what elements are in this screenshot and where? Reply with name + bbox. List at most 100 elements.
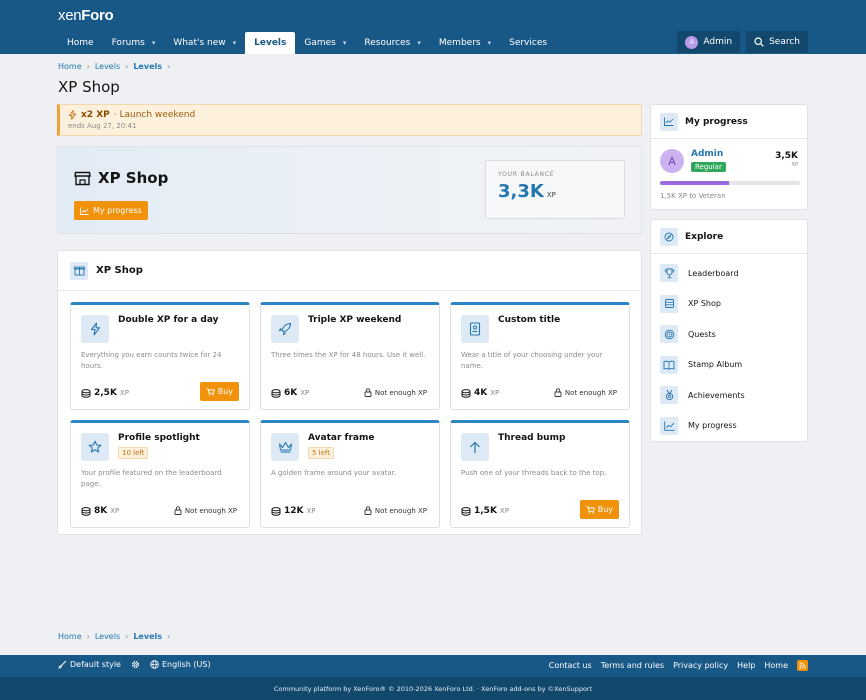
coins-icon [271, 506, 281, 516]
bolt-icon [81, 315, 109, 343]
notice-ends: ends Aug 27, 20:41 [68, 122, 137, 130]
footer-link-contact-us[interactable]: Contact us [549, 661, 592, 670]
star-icon [81, 433, 109, 461]
globe-icon [150, 660, 159, 669]
breadcrumb-home[interactable]: Home [58, 62, 82, 71]
item-name: Double XP for a day [118, 315, 219, 325]
explore-item-label: My progress [688, 421, 737, 431]
breadcrumb-current[interactable]: Levels [133, 62, 162, 71]
explore-item-xp-shop[interactable]: XP Shop [651, 289, 807, 320]
role-badge: Regular [691, 162, 726, 172]
progress-card: My progress A Admin Regular 3,5K XP 1,5K… [650, 104, 808, 210]
arrow-up-icon [461, 433, 489, 461]
buy-label: Buy [597, 505, 613, 514]
price-unit: XP [490, 389, 500, 397]
explore-item-stamp-album[interactable]: Stamp Album [651, 350, 807, 381]
coins-icon [81, 506, 91, 516]
nav-tab-label: Levels [254, 38, 287, 48]
avatar[interactable]: A [660, 149, 684, 173]
lock-icon [364, 388, 372, 397]
site-footer: Default style English (US) Contact us Ter… [0, 655, 866, 700]
footer-link-terms-and-rules[interactable]: Terms and rules [601, 661, 664, 670]
chart-icon [660, 416, 678, 435]
rocket-icon [271, 315, 299, 343]
coins-icon [81, 388, 91, 398]
rss-icon[interactable] [797, 660, 808, 671]
price-value: 4K [474, 388, 488, 398]
nav-tab-games[interactable]: Games ▾ [295, 32, 355, 54]
progress-username[interactable]: Admin [691, 149, 723, 159]
balance-unit: XP [546, 191, 556, 199]
nav-tab-home[interactable]: Home [58, 32, 103, 54]
lock-icon [554, 388, 562, 397]
lock-icon [174, 506, 182, 515]
footer-link-help[interactable]: Help [737, 661, 755, 670]
buy-label: Buy [217, 387, 233, 396]
avatar: A [685, 35, 699, 49]
breadcrumb: Home › Levels › Levels › [58, 62, 171, 71]
user-menu-button[interactable]: A Admin [677, 31, 741, 53]
hero-title: XP Shop [98, 169, 169, 187]
not-enough-xp: Not enough XP [364, 506, 427, 515]
explore-item-quests[interactable]: Quests [651, 319, 807, 350]
breadcrumb-levels[interactable]: Levels [95, 632, 120, 641]
price-value: 12K [284, 506, 304, 516]
progress-xp: 3,5K [775, 151, 798, 161]
buy-button[interactable]: Buy [199, 382, 239, 401]
nav-tab-label: Forums [111, 38, 145, 48]
chevron-down-icon[interactable]: ▾ [417, 32, 421, 54]
language-chooser[interactable]: English (US) [150, 660, 211, 669]
price-value: 6K [284, 388, 298, 398]
breadcrumb-current[interactable]: Levels [133, 632, 162, 641]
not-enough-label: Not enough XP [374, 506, 427, 515]
item-price: 4K XP [461, 388, 499, 398]
not-enough-label: Not enough XP [564, 388, 617, 397]
gear-icon[interactable] [131, 660, 140, 669]
my-progress-button[interactable]: My progress [74, 201, 148, 220]
price-unit: XP [119, 389, 129, 397]
site-logo[interactable]: xenForo [58, 7, 114, 24]
explore-item-my-progress[interactable]: My progress [651, 411, 807, 442]
price-unit: XP [300, 389, 310, 397]
stock-badge: 5 left [308, 447, 335, 459]
shop-item-card: Custom title Wear a title of your choosin… [450, 302, 630, 410]
shop-icon [660, 294, 678, 313]
chevron-down-icon[interactable]: ▾ [152, 32, 156, 54]
coins-icon [271, 388, 281, 398]
nav-tab-label: Resources [364, 38, 411, 48]
shop-icon [74, 171, 91, 186]
price-unit: XP [499, 507, 509, 515]
price-unit: XP [306, 507, 316, 515]
chevron-down-icon[interactable]: ▾ [233, 32, 237, 54]
chevron-down-icon[interactable]: ▾ [343, 32, 347, 54]
gift-icon [70, 261, 88, 280]
chevron-down-icon[interactable]: ▾ [488, 32, 492, 54]
shop-item-card: Triple XP weekend Three times the XP for … [260, 302, 440, 410]
compass-icon [660, 227, 678, 246]
nav-tab-levels[interactable]: Levels [245, 32, 296, 54]
explore-item-achievements[interactable]: Achievements [651, 380, 807, 411]
footer-link-home[interactable]: Home [764, 661, 788, 670]
crown-icon [271, 433, 299, 461]
search-label: Search [769, 37, 800, 47]
buy-button[interactable]: Buy [579, 500, 619, 519]
explore-item-leaderboard[interactable]: Leaderboard [651, 258, 807, 289]
site-header: xenForo Home Forums ▾ What's new ▾ Levels Game… [0, 0, 866, 54]
nav-tab-label: Members [438, 38, 481, 48]
nav-tab-forums[interactable]: Forums ▾ [103, 32, 165, 54]
nav-tab-services[interactable]: Services [500, 32, 556, 54]
nav-tab-resources[interactable]: Resources ▾ [355, 32, 429, 54]
cart-icon [206, 387, 215, 396]
explore-item-label: Achievements [688, 390, 745, 400]
nav-tab-label: What's new [173, 38, 226, 48]
nav-tab-what-s-new[interactable]: What's new ▾ [164, 32, 245, 54]
item-price: 12K XP [271, 506, 316, 516]
breadcrumb-levels[interactable]: Levels [95, 62, 120, 71]
footer-link-privacy-policy[interactable]: Privacy policy [673, 661, 728, 670]
search-button[interactable]: Search [746, 31, 808, 53]
nav-tab-members[interactable]: Members ▾ [430, 32, 500, 54]
breadcrumb-home[interactable]: Home [58, 632, 82, 641]
xp-boost-notice: x2 XP · Launch weekend ends Aug 27, 20:4… [57, 104, 642, 136]
copyright: Community platform by XenForo® © 2010-20… [273, 685, 593, 693]
style-chooser[interactable]: Default style [58, 660, 121, 669]
